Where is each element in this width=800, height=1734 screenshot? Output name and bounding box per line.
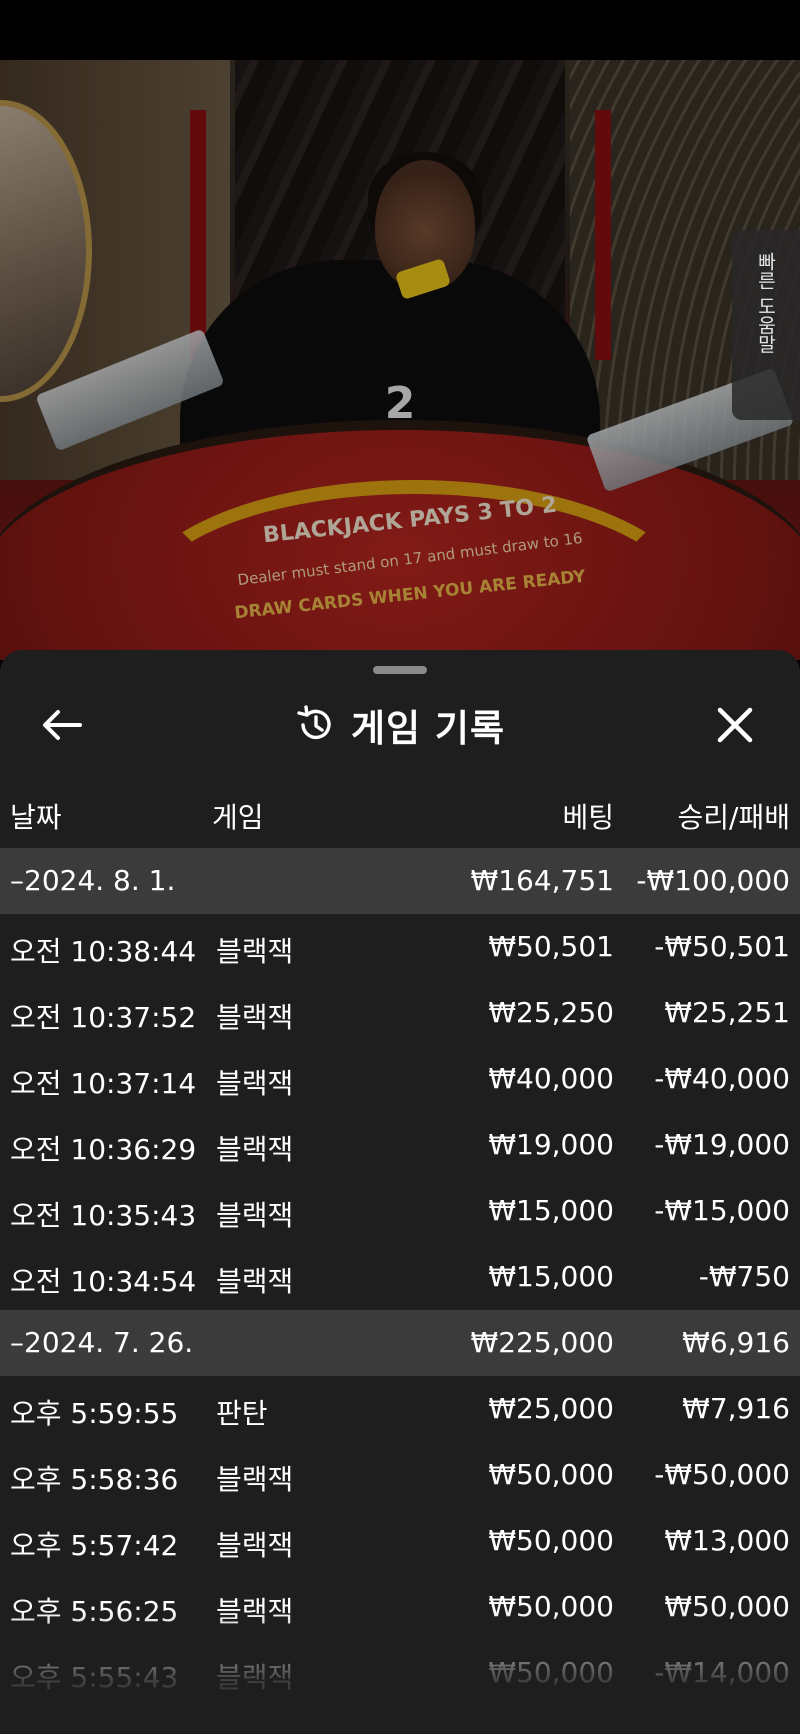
history-row[interactable]: 오전 10:37:52 블랙잭 ₩25,250 ₩25,251 — [0, 980, 800, 1046]
row-result: -₩750 — [698, 1260, 790, 1293]
row-time: 오후 5:55:43 — [10, 1661, 179, 1694]
row-bet: ₩164,751 — [470, 864, 614, 897]
history-row[interactable]: 오전 10:35:43 블랙잭 ₩15,000 -₩15,000 — [0, 1178, 800, 1244]
row-result: -₩14,000 — [654, 1656, 790, 1689]
history-row[interactable]: 오전 10:34:54 블랙잭 ₩15,000 -₩750 — [0, 1244, 800, 1310]
quick-help-tab[interactable]: 빠른 도움말 — [732, 230, 800, 420]
history-row[interactable]: 오후 5:55:43 블랙잭 ₩50,000 -₩14,000 — [0, 1640, 800, 1706]
row-game: 판탄 — [216, 1397, 268, 1430]
row-result: ₩7,916 — [682, 1392, 790, 1425]
history-row[interactable]: 오후 5:58:36 블랙잭 ₩50,000 -₩50,000 — [0, 1442, 800, 1508]
row-bet: ₩25,250 — [488, 996, 614, 1029]
row-time: 오전 10:37:52 — [10, 1001, 197, 1034]
row-result: ₩13,000 — [664, 1524, 790, 1557]
quick-help-label: 빠른 도움말 — [754, 252, 777, 354]
row-time: 오후 5:59:55 — [10, 1397, 179, 1430]
col-bet: 베팅 — [562, 801, 614, 834]
row-bet: ₩19,000 — [488, 1128, 614, 1161]
date-group-row[interactable]: –2024. 8. 1. ₩164,751 -₩100,000 — [0, 848, 800, 914]
history-row[interactable]: 오후 5:59:55 판탄 ₩25,000 ₩7,916 — [0, 1376, 800, 1442]
row-result: ₩25,251 — [664, 996, 790, 1029]
row-bet: ₩50,000 — [488, 1458, 614, 1491]
row-time: 오후 5:57:42 — [10, 1529, 179, 1562]
row-game: 블랙잭 — [216, 1661, 294, 1694]
history-row[interactable]: 오전 10:36:29 블랙잭 ₩19,000 -₩19,000 — [0, 1112, 800, 1178]
row-time: 오전 10:36:29 — [10, 1133, 197, 1166]
row-bet: ₩50,000 — [488, 1590, 614, 1623]
page-title: 게임 기록 — [350, 707, 506, 750]
row-game: 블랙잭 — [216, 1133, 294, 1166]
history-row[interactable]: 오전 10:38:44 블랙잭 ₩50,501 -₩50,501 — [0, 914, 800, 980]
status-bar — [0, 0, 800, 60]
row-time: 오후 5:56:25 — [10, 1595, 179, 1628]
row-game: 블랙잭 — [216, 1265, 294, 1298]
game-history-sheet: 게임 기록 날짜 게임 베팅 승리/패배 –2024. 8. 1. ₩164,75… — [0, 650, 800, 1734]
drag-handle[interactable] — [373, 666, 427, 674]
row-result: -₩50,000 — [654, 1458, 790, 1491]
close-button[interactable] — [712, 702, 758, 748]
history-list: –2024. 8. 1. ₩164,751 -₩100,000 오전 10:38:44… — [0, 848, 800, 1706]
row-result: -₩15,000 — [654, 1194, 790, 1227]
row-game: 블랙잭 — [216, 1595, 294, 1628]
row-time: –2024. 7. 26. — [10, 1326, 194, 1359]
row-bet: ₩50,501 — [488, 930, 614, 963]
column-headers: 날짜 게임 베팅 승리/패배 — [0, 788, 800, 838]
close-icon — [717, 707, 753, 743]
col-date: 날짜 — [10, 801, 62, 834]
row-time: 오후 5:58:36 — [10, 1463, 179, 1496]
col-game: 게임 — [212, 801, 264, 834]
row-game: 블랙잭 — [216, 1001, 294, 1034]
row-bet: ₩225,000 — [470, 1326, 614, 1359]
row-game: 블랙잭 — [216, 1463, 294, 1496]
live-video-stream: BLACKJACK PAYS 3 TO 2 Dealer must stand … — [0, 60, 800, 660]
row-time: 오전 10:35:43 — [10, 1199, 197, 1232]
history-icon — [297, 705, 331, 740]
row-game: 블랙잭 — [216, 1529, 294, 1562]
title-group: 게임 기록 — [0, 690, 800, 760]
row-game: 블랙잭 — [216, 1067, 294, 1100]
row-bet: ₩15,000 — [488, 1194, 614, 1227]
row-game: 블랙잭 — [216, 935, 294, 968]
history-row[interactable]: 오후 5:56:25 블랙잭 ₩50,000 ₩50,000 — [0, 1574, 800, 1640]
row-bet: ₩50,000 — [488, 1656, 614, 1689]
row-bet: ₩40,000 — [488, 1062, 614, 1095]
back-button[interactable] — [40, 704, 86, 746]
row-time: 오전 10:37:14 — [10, 1067, 197, 1100]
row-bet: ₩50,000 — [488, 1524, 614, 1557]
row-result: -₩40,000 — [654, 1062, 790, 1095]
row-bet: ₩25,000 — [488, 1392, 614, 1425]
row-game: 블랙잭 — [216, 1199, 294, 1232]
history-row[interactable]: 오전 10:37:14 블랙잭 ₩40,000 -₩40,000 — [0, 1046, 800, 1112]
row-time: 오전 10:38:44 — [10, 935, 197, 968]
row-time: –2024. 8. 1. — [10, 864, 176, 897]
row-result: -₩100,000 — [636, 864, 790, 897]
video-dim-overlay — [0, 60, 800, 660]
arrow-left-icon — [43, 710, 82, 740]
col-result: 승리/패배 — [677, 801, 790, 834]
sheet-header: 게임 기록 — [0, 690, 800, 760]
date-group-row[interactable]: –2024. 7. 26. ₩225,000 ₩6,916 — [0, 1310, 800, 1376]
row-bet: ₩15,000 — [488, 1260, 614, 1293]
row-result: -₩50,501 — [654, 930, 790, 963]
row-result: ₩50,000 — [664, 1590, 790, 1623]
history-row[interactable]: 오후 5:57:42 블랙잭 ₩50,000 ₩13,000 — [0, 1508, 800, 1574]
row-time: 오전 10:34:54 — [10, 1265, 197, 1298]
row-result: ₩6,916 — [682, 1326, 790, 1359]
row-result: -₩19,000 — [654, 1128, 790, 1161]
